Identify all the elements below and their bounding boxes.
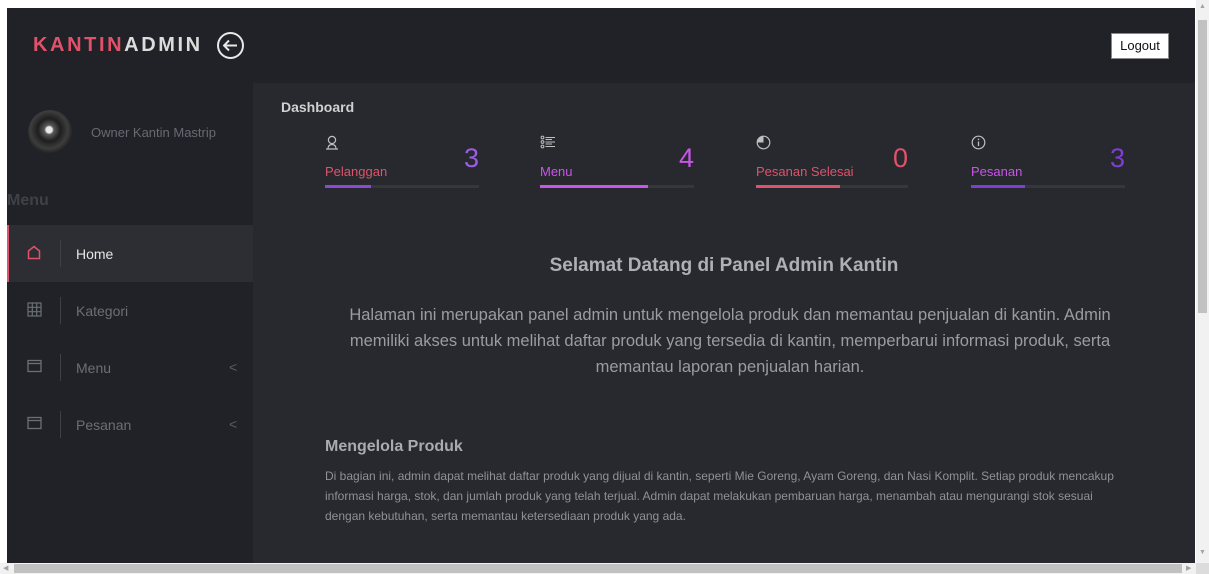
app-window: KANTINADMIN Logout Owner Kantin Mastrip … [7, 8, 1195, 563]
arrow-left-icon [223, 39, 237, 52]
scroll-right-icon[interactable]: ▶ [1186, 565, 1191, 573]
window-icon [27, 416, 42, 430]
page-title: Dashboard [281, 99, 355, 115]
nav-separator [60, 240, 61, 267]
top-bar: KANTINADMIN Logout [7, 8, 1195, 83]
stat-progress-fill [540, 185, 648, 188]
avatar [28, 110, 72, 154]
stat-value: 3 [1109, 143, 1125, 173]
nav-separator [60, 411, 61, 438]
stat-progress-fill [756, 185, 840, 188]
vertical-scroll-thumb[interactable] [1198, 20, 1207, 313]
scroll-left-icon[interactable]: ◀ [3, 565, 8, 573]
stat-progress-track [325, 185, 479, 188]
vertical-scrollbar[interactable]: ▲ ▼ [1196, 0, 1209, 574]
owner-name: Owner Kantin Mastrip [91, 125, 216, 140]
brand-text-kantin: KANTIN [33, 34, 125, 56]
sidebar-toggle-button[interactable] [217, 32, 244, 59]
welcome-title: Selamat Datang di Panel Admin Kantin [549, 255, 899, 276]
brand-logo[interactable]: KANTINADMIN [33, 34, 203, 57]
sidebar-item-menu[interactable]: Menu < [7, 339, 253, 396]
menu-heading: Menu [7, 192, 49, 209]
sidebar-item-kategori[interactable]: Kategori [7, 282, 253, 339]
stat-progress-track [971, 185, 1125, 188]
nav-separator [60, 354, 61, 381]
nav-separator [60, 297, 61, 324]
stat-progress-fill [325, 185, 372, 188]
main-content: Dashboard Pelanggan 3 Menu 4 Pesanan Sel… [253, 83, 1195, 563]
list-icon [540, 135, 555, 149]
section-text: Di bagian ini, admin dapat melihat dafta… [325, 469, 1114, 523]
logout-button[interactable]: Logout [1111, 33, 1169, 59]
info-icon [971, 135, 986, 150]
stat-value: 0 [892, 143, 908, 173]
welcome-text: Halaman ini merupakan panel admin untuk … [349, 306, 1111, 376]
chevron-left-icon[interactable]: < [229, 359, 237, 375]
stat-label: Pesanan [971, 164, 1023, 179]
stat-label: Pesanan Selesai [756, 164, 854, 179]
sidebar-item-label: Home [76, 246, 114, 262]
stat-card-pelanggan: Pelanggan 3 [325, 135, 479, 195]
stat-label: Menu [540, 164, 573, 179]
grid-icon [27, 302, 42, 317]
sidebar-item-label: Pesanan [76, 417, 132, 433]
stat-value: 4 [678, 143, 694, 173]
scroll-down-icon[interactable]: ▼ [1199, 549, 1206, 557]
user-icon [326, 135, 338, 150]
section-title: Mengelola Produk [325, 438, 463, 455]
stat-card-menu: Menu 4 [540, 135, 694, 195]
sidebar-item-pesanan[interactable]: Pesanan < [7, 396, 253, 453]
stat-progress-fill [971, 185, 1025, 188]
stat-progress-track [540, 185, 694, 188]
scrollbar-corner [1196, 563, 1209, 574]
stat-progress-track [756, 185, 908, 188]
pie-chart-icon [756, 135, 771, 150]
sidebar-item-home[interactable]: Home [7, 225, 253, 282]
scroll-up-icon[interactable]: ▲ [1199, 3, 1206, 11]
sidebar-item-label: Menu [76, 360, 112, 376]
horizontal-scroll-thumb[interactable] [14, 564, 1182, 573]
stat-label: Pelanggan [325, 164, 388, 179]
sidebar-item-label: Kategori [76, 303, 129, 319]
stat-card-pesanan-selesai: Pesanan Selesai 0 [756, 135, 908, 195]
horizontal-scrollbar[interactable]: ◀ ▶ [0, 563, 1196, 574]
brand-text-admin: ADMIN [124, 34, 203, 56]
window-icon [27, 359, 42, 373]
home-icon [27, 245, 41, 260]
chevron-left-icon[interactable]: < [229, 416, 237, 432]
stat-value: 3 [463, 143, 479, 173]
stat-card-pesanan: Pesanan 3 [971, 135, 1125, 195]
sidebar: Owner Kantin Mastrip Menu Home Kategori … [7, 83, 253, 563]
